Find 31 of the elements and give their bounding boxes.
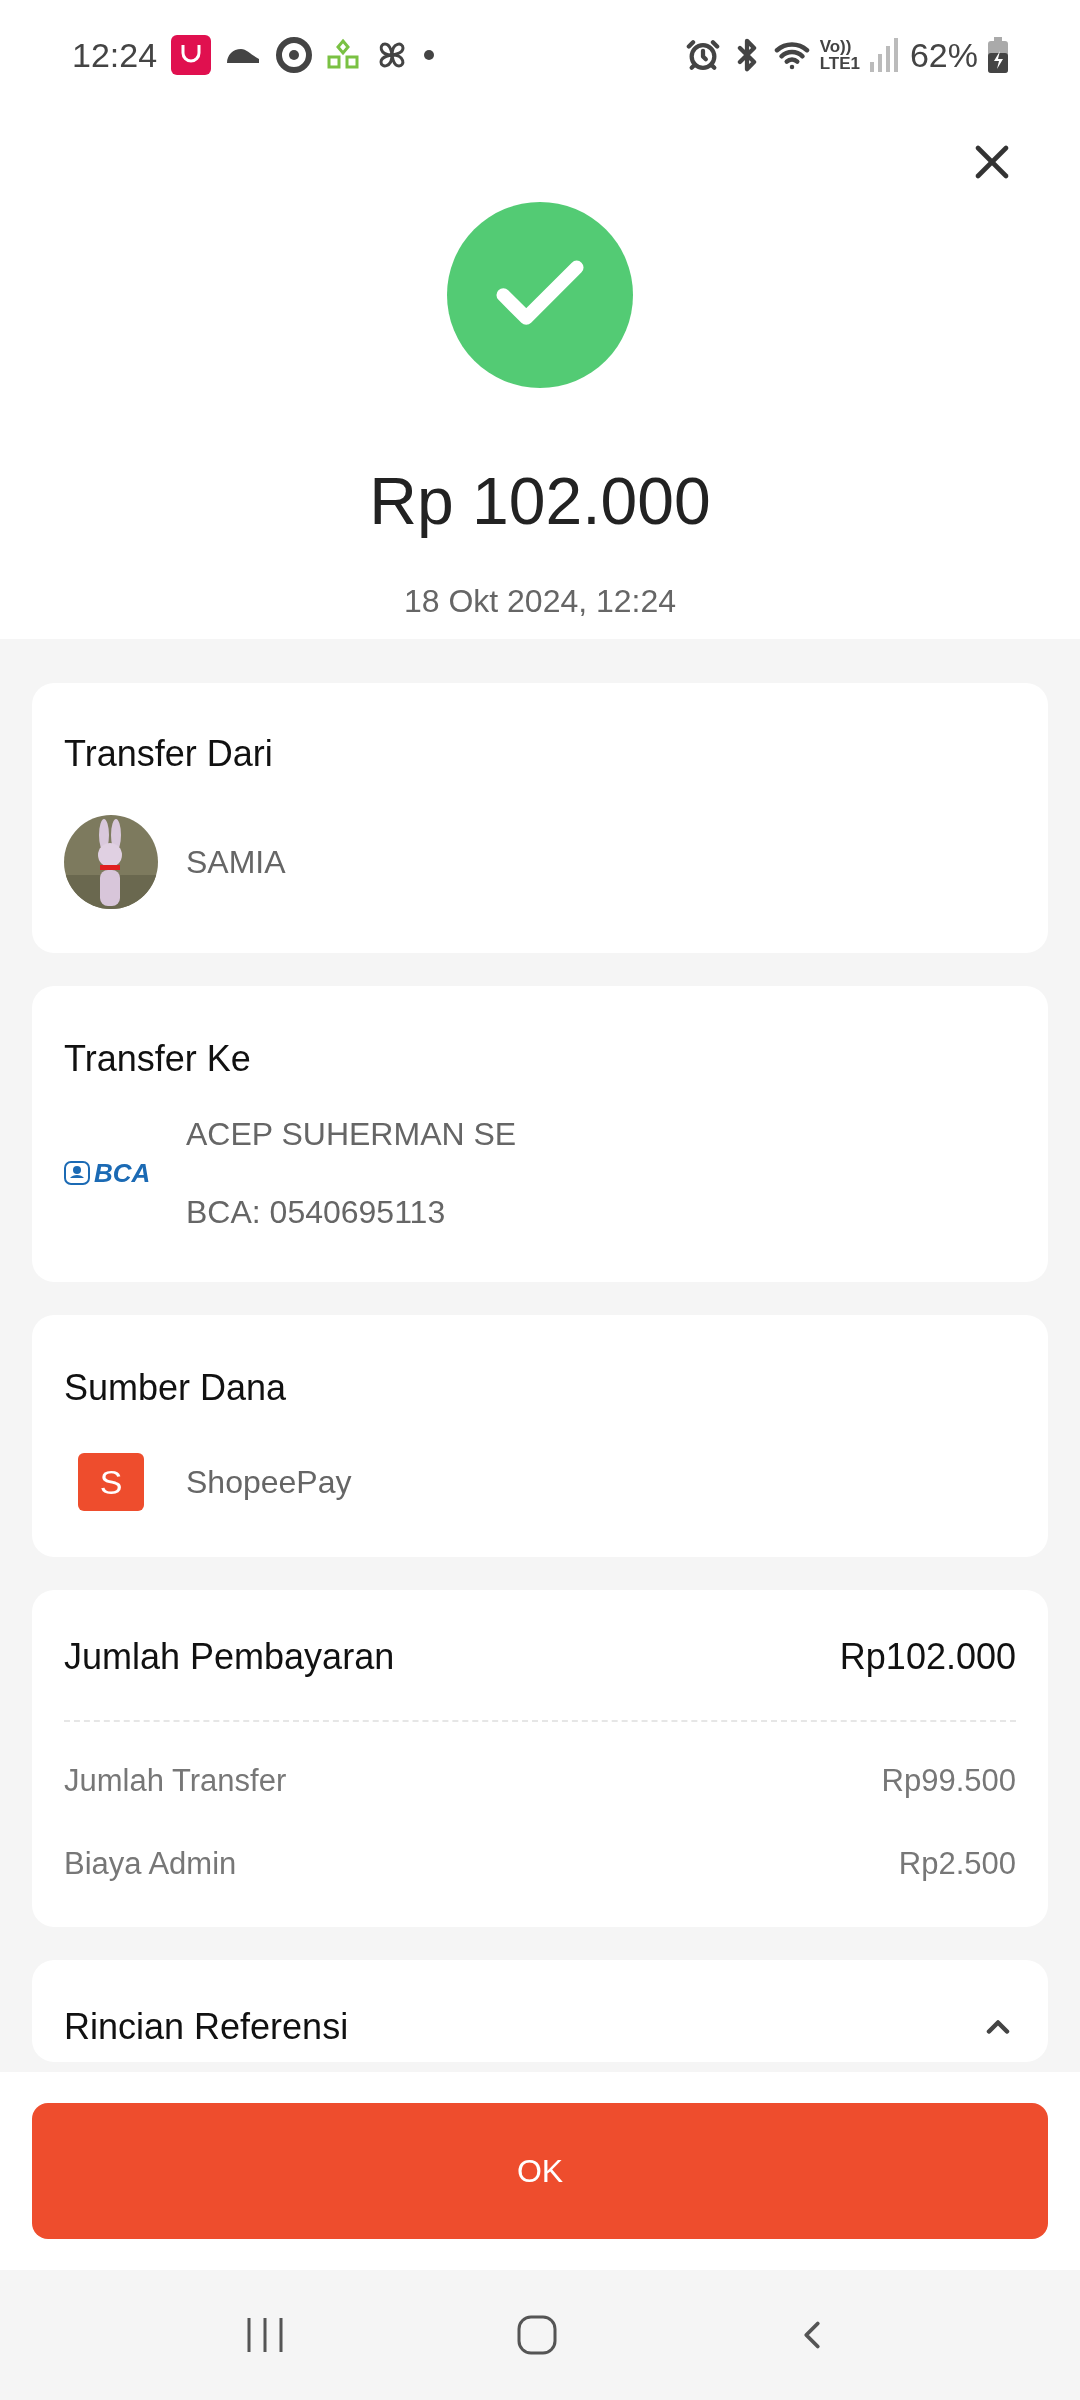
total-amount: Rp102.000: [839, 1635, 1016, 1679]
amount: Rp 102.000: [369, 463, 711, 540]
battery-charging-icon: [988, 37, 1008, 73]
payment-value: Rp99.500: [881, 1762, 1016, 1800]
account-number: BCA: 0540695113: [186, 1193, 447, 1232]
payment-label: Jumlah Transfer: [64, 1762, 287, 1800]
ring-icon: [275, 36, 314, 74]
bank-logo-text: BCA: [94, 1156, 151, 1190]
wallet-name: ShopeePay: [186, 1463, 352, 1502]
recipient-name: ACEP SUHERMAN SE: [186, 1115, 517, 1154]
recent-apps-icon[interactable]: [245, 2316, 286, 2354]
lte-label: LTE1: [819, 55, 860, 72]
card-title: Sumber Dana: [64, 1366, 288, 1410]
card-title: Jumlah Pembayaran: [64, 1635, 395, 1679]
alarm-icon: [685, 38, 720, 72]
card-title: Transfer Ke: [64, 1037, 252, 1081]
bank-logo-icon: [64, 1161, 90, 1185]
card-title: Rincian Referensi: [64, 2005, 349, 2049]
payment-value: Rp2.500: [898, 1844, 1016, 1883]
card-title: Transfer Dari: [64, 732, 274, 776]
date-time: 18 Okt 2024, 12:24: [403, 582, 677, 621]
ok-button[interactable]: OK: [32, 2103, 1048, 2239]
dot-icon: [423, 49, 436, 61]
wallet-icon: S: [78, 1453, 144, 1511]
sender-name: SAMIA: [186, 843, 286, 882]
signal-icon: [869, 38, 900, 72]
battery-percent: 62%: [909, 34, 978, 76]
home-icon[interactable]: [516, 2314, 558, 2356]
status-time: 12:24: [72, 34, 158, 76]
volte-label: Vo)): [819, 38, 853, 55]
payment-label: Biaya Admin: [64, 1844, 237, 1883]
